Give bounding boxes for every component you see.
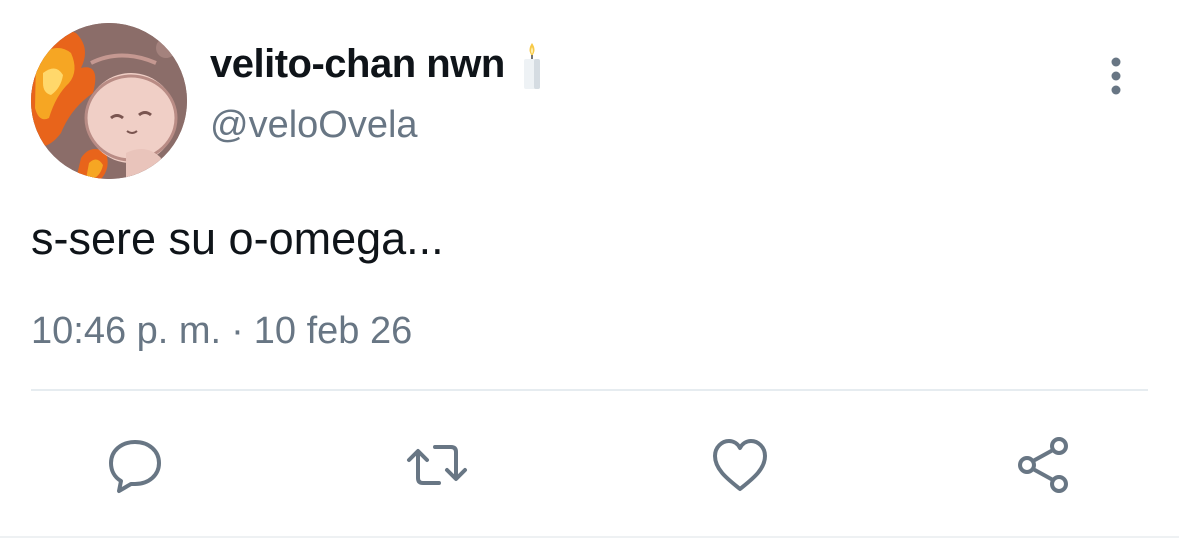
- candle-icon: [519, 41, 545, 91]
- name-row: velito-chan nwn: [210, 36, 545, 92]
- display-name[interactable]: velito-chan nwn: [210, 42, 505, 87]
- tweet-date: 10 feb 26: [253, 310, 413, 352]
- more-vertical-icon[interactable]: [1096, 52, 1136, 100]
- tweet-time: 10:46 p. m.: [31, 310, 222, 352]
- retweet-button[interactable]: [402, 430, 472, 500]
- avatar[interactable]: [31, 23, 187, 179]
- share-icon: [1018, 437, 1068, 493]
- divider: [31, 389, 1148, 391]
- avatar-image: [31, 23, 187, 179]
- tweet-text: s-sere su o-omega...: [31, 213, 444, 264]
- user-handle[interactable]: @veloOvela: [210, 104, 418, 147]
- reply-button[interactable]: [100, 430, 170, 500]
- reply-icon: [109, 440, 161, 493]
- like-button[interactable]: [705, 430, 775, 500]
- retweet-icon: [407, 445, 467, 485]
- share-button[interactable]: [1008, 430, 1078, 500]
- bottom-divider: [0, 536, 1179, 538]
- action-bar: [0, 430, 1179, 500]
- timestamp-separator: ·: [231, 310, 244, 352]
- tweet-detail: velito-chan nwn @veloOvela s-sere su o-o…: [0, 0, 1179, 555]
- heart-icon: [713, 439, 767, 491]
- timestamp[interactable]: 10:46 p. m. · 10 feb 26: [31, 310, 412, 353]
